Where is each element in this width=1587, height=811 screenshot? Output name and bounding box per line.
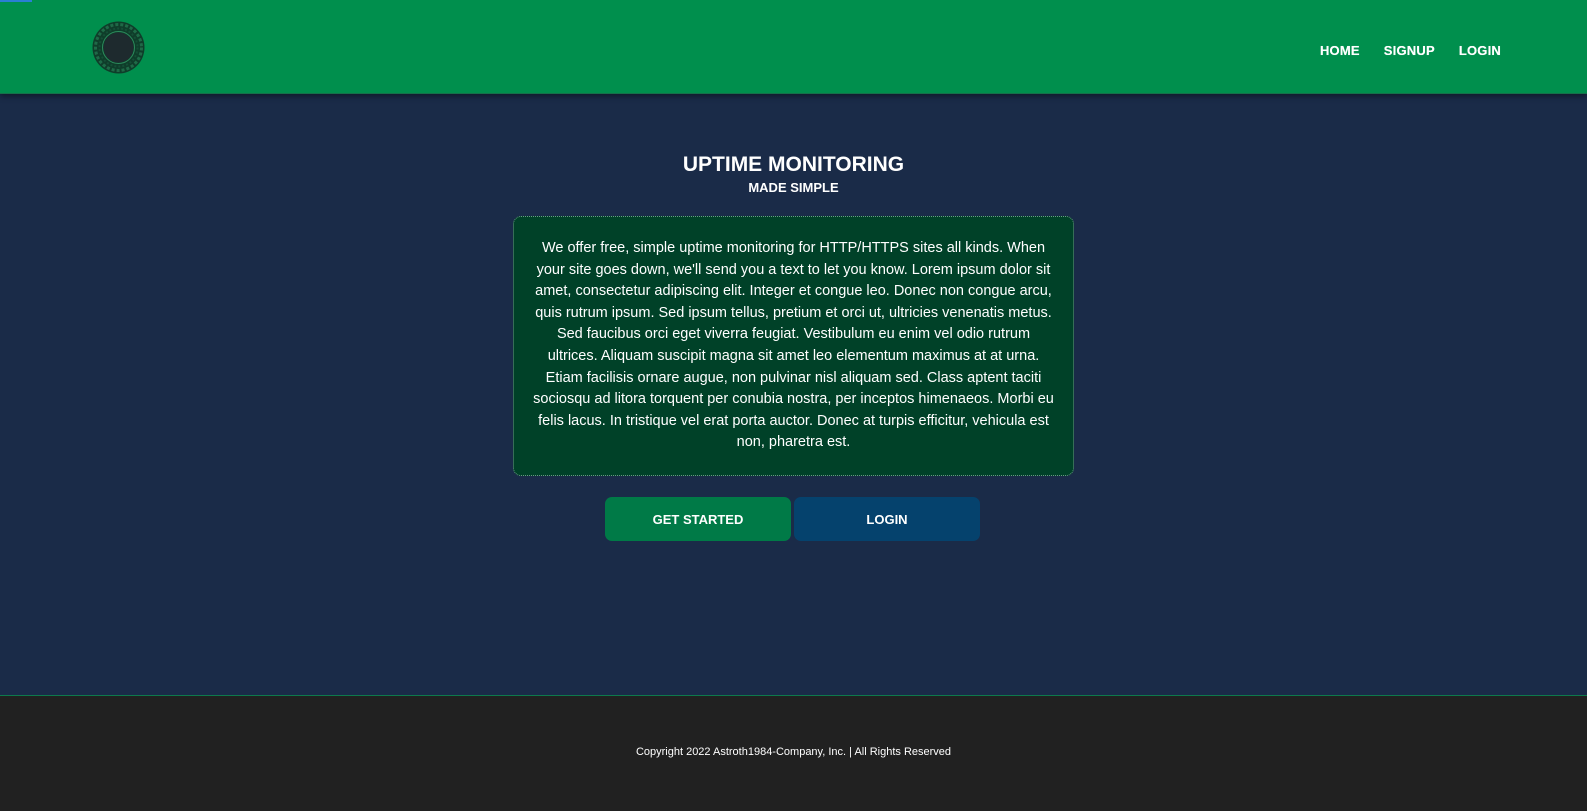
nav-signup-link[interactable]: SIGNUP: [1384, 43, 1435, 58]
hero-title: UPTIME MONITORING: [682, 153, 905, 176]
login-button[interactable]: LOGIN: [794, 497, 980, 541]
nav-home-link[interactable]: HOME: [1320, 43, 1360, 58]
main-nav: HOME SIGNUP LOGIN: [1296, 43, 1501, 58]
logo-link[interactable]: [92, 21, 145, 74]
nav-login-link[interactable]: LOGIN: [1459, 43, 1501, 58]
site-header: HOME SIGNUP LOGIN: [0, 0, 1587, 94]
corner-accent: [0, 0, 32, 2]
circular-gear-logo-icon: [92, 21, 145, 74]
site-footer: Copyright 2022 Astroth1984-Company, Inc.…: [0, 695, 1587, 811]
copyright-text: Copyright 2022 Astroth1984-Company, Inc.…: [635, 746, 952, 758]
hero-subtitle: MADE SIMPLE: [748, 180, 839, 195]
main-content: UPTIME MONITORING MADE SIMPLE We offer f…: [0, 94, 1587, 695]
description-card: We offer free, simple uptime monitoring …: [513, 216, 1074, 476]
get-started-button[interactable]: GET STARTED: [605, 497, 791, 541]
description-text: We offer free, simple uptime monitoring …: [533, 240, 1054, 451]
